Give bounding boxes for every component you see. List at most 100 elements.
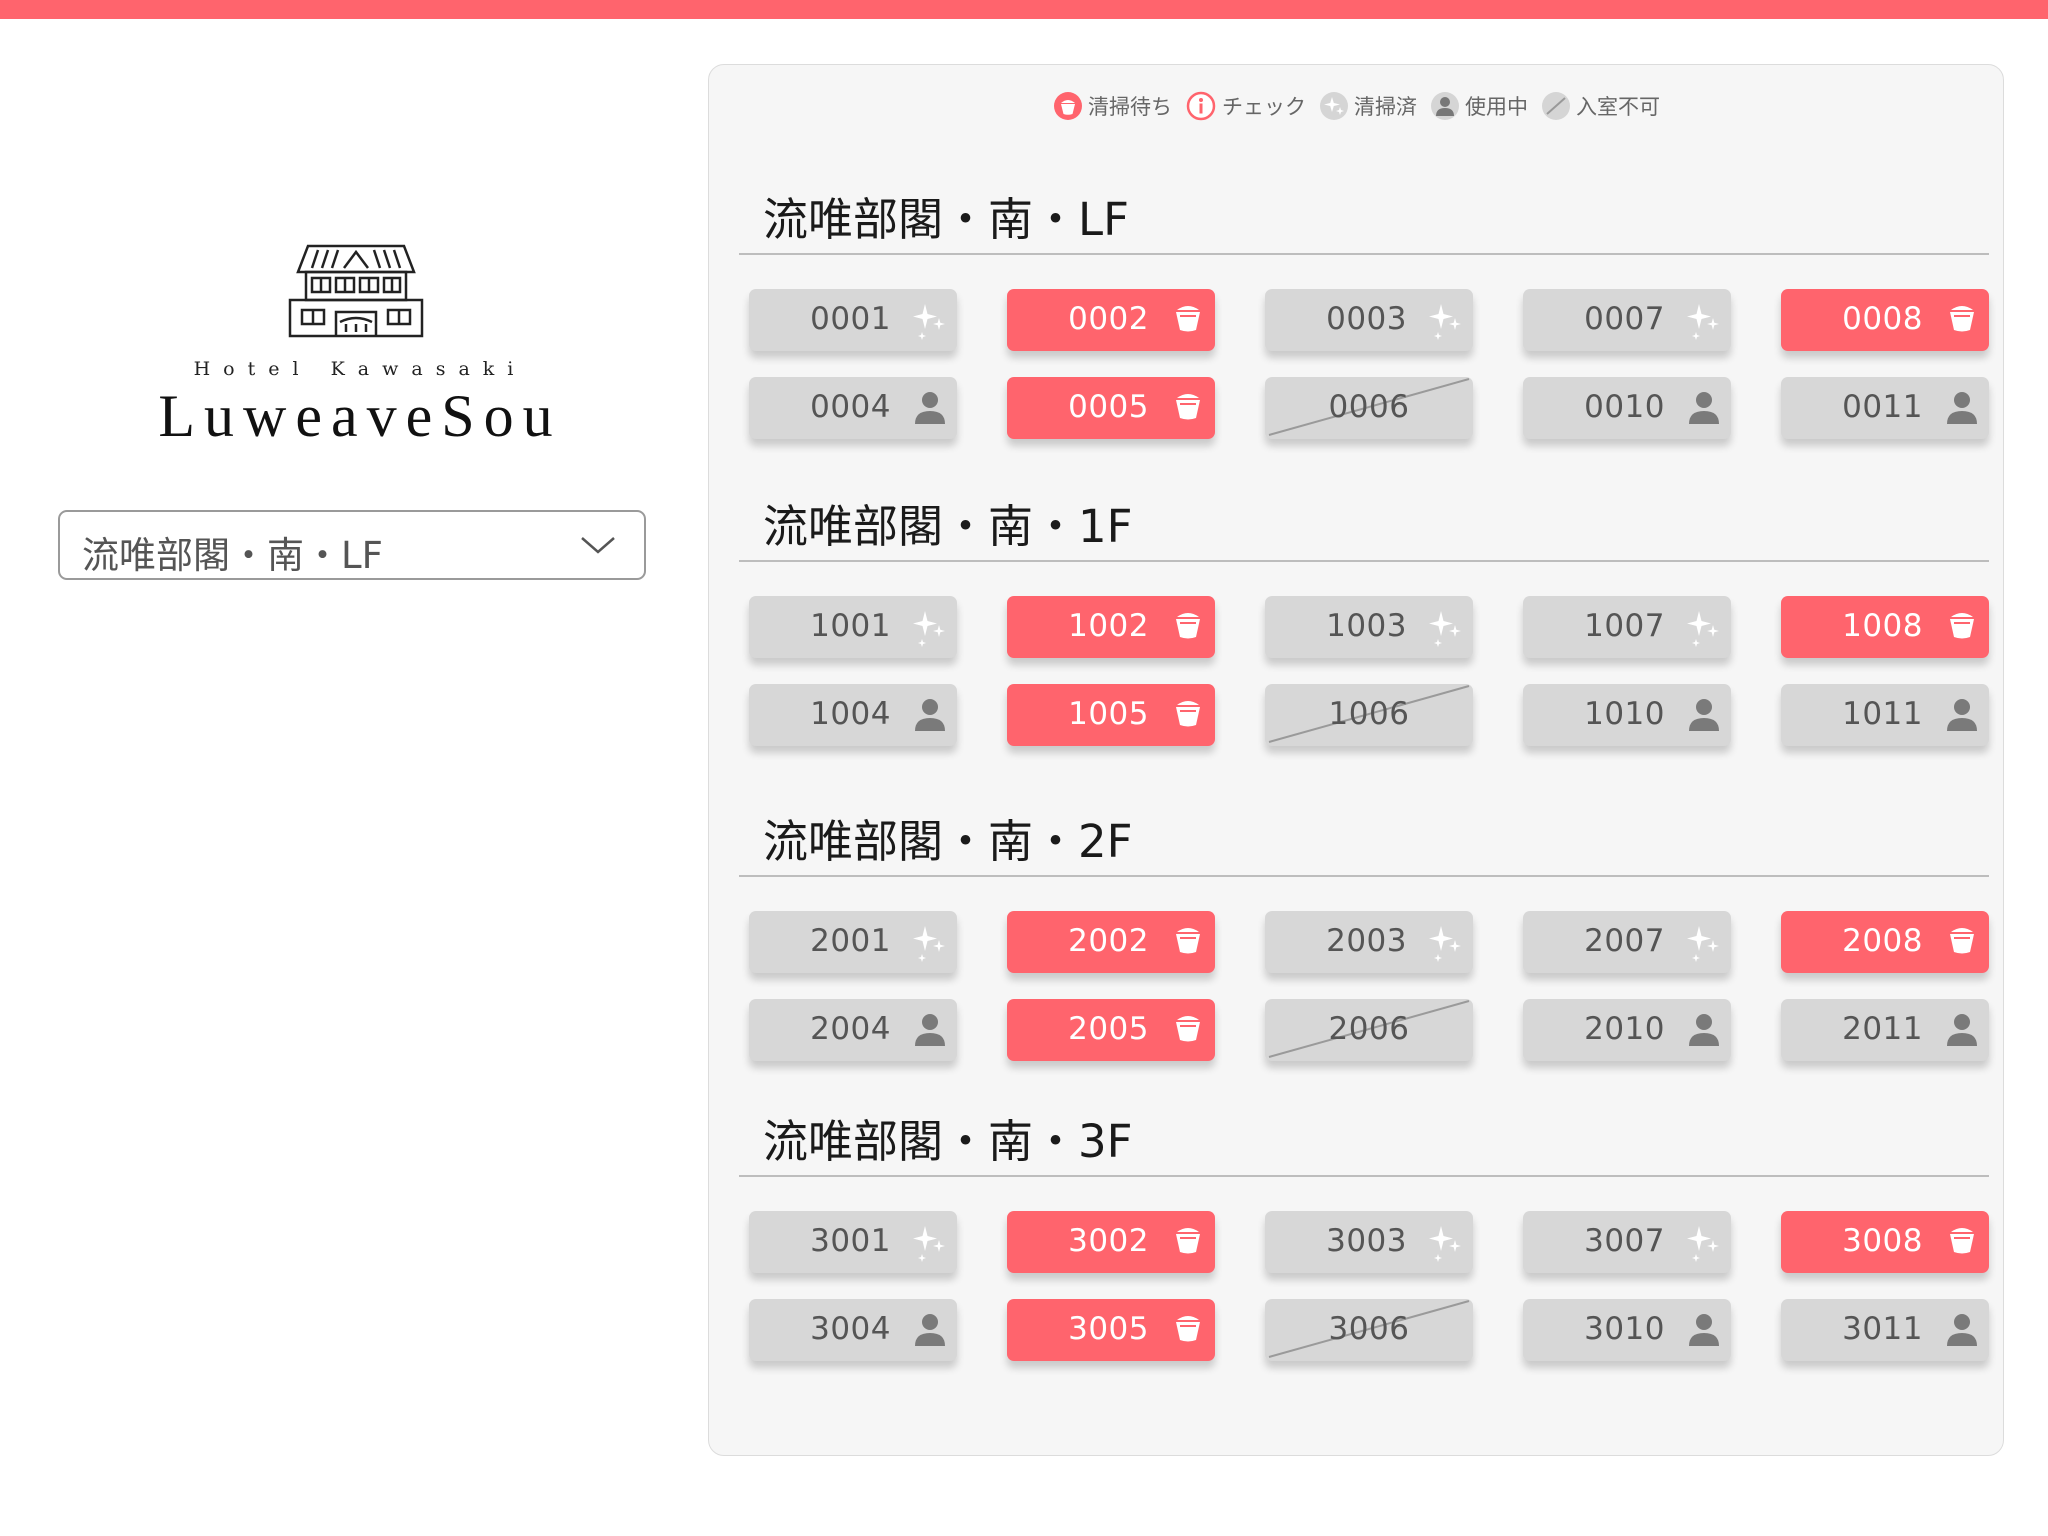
room-number: 1011 <box>1842 696 1923 732</box>
room-button-3002[interactable]: 3002 <box>1007 1211 1215 1273</box>
room-button-1003[interactable]: 1003 <box>1265 596 1473 658</box>
person-icon <box>1431 92 1459 120</box>
room-button-2008[interactable]: 2008 <box>1781 911 1989 973</box>
room-number: 3006 <box>1328 1311 1410 1347</box>
room-button-1005[interactable]: 1005 <box>1007 684 1215 746</box>
room-button-0005[interactable]: 0005 <box>1007 377 1215 439</box>
person-icon <box>1687 1012 1721 1052</box>
room-button-2005[interactable]: 2005 <box>1007 999 1215 1061</box>
legend-label: 清掃待ち <box>1088 95 1172 119</box>
floor-select-dropdown[interactable]: 流唯部閣・南・LF <box>58 510 646 580</box>
room-button-1006[interactable]: 1006 <box>1265 684 1473 746</box>
room-number: 0006 <box>1328 389 1410 425</box>
room-number: 0002 <box>1068 301 1149 337</box>
floor-divider <box>739 875 1989 877</box>
room-button-0004[interactable]: 0004 <box>749 377 957 439</box>
room-button-2011[interactable]: 2011 <box>1781 999 1989 1061</box>
bucket-icon <box>1171 1312 1205 1350</box>
floor-title: 流唯部閣・南・3F <box>763 1115 1133 1168</box>
floor-divider <box>739 253 1989 255</box>
room-button-1002[interactable]: 1002 <box>1007 596 1215 658</box>
room-button-3001[interactable]: 3001 <box>749 1211 957 1273</box>
room-number: 0004 <box>810 389 891 425</box>
person-icon <box>1687 697 1721 737</box>
sparkle-icon <box>1685 609 1721 653</box>
room-number: 3010 <box>1584 1311 1665 1347</box>
room-number: 3001 <box>810 1223 891 1259</box>
room-button-0006[interactable]: 0006 <box>1265 377 1473 439</box>
room-button-1008[interactable]: 1008 <box>1781 596 1989 658</box>
sparkle-icon <box>1685 302 1721 346</box>
room-button-3005[interactable]: 3005 <box>1007 1299 1215 1361</box>
room-button-0002[interactable]: 0002 <box>1007 289 1215 351</box>
room-button-3003[interactable]: 3003 <box>1265 1211 1473 1273</box>
room-button-3010[interactable]: 3010 <box>1523 1299 1731 1361</box>
room-button-1001[interactable]: 1001 <box>749 596 957 658</box>
person-icon <box>913 1012 947 1052</box>
sparkle-icon <box>1427 302 1463 346</box>
room-number: 3011 <box>1842 1311 1923 1347</box>
floor-title: 流唯部閣・南・LF <box>763 193 1129 246</box>
floor-divider <box>739 560 1989 562</box>
room-number: 3003 <box>1326 1223 1407 1259</box>
room-number: 0010 <box>1584 389 1665 425</box>
room-number: 1010 <box>1584 696 1665 732</box>
room-button-1011[interactable]: 1011 <box>1781 684 1989 746</box>
room-number: 2005 <box>1068 1011 1149 1047</box>
room-button-2007[interactable]: 2007 <box>1523 911 1731 973</box>
bucket-icon <box>1945 609 1979 647</box>
legend-item: 清掃待ち <box>1054 91 1172 121</box>
room-button-3006[interactable]: 3006 <box>1265 1299 1473 1361</box>
floor-title: 流唯部閣・南・2F <box>763 815 1133 868</box>
room-button-1007[interactable]: 1007 <box>1523 596 1731 658</box>
floor-title: 流唯部閣・南・1F <box>763 500 1133 553</box>
legend-item: チェック <box>1186 91 1306 121</box>
bucket-icon <box>1171 1012 1205 1050</box>
person-icon <box>913 1312 947 1352</box>
room-button-0007[interactable]: 0007 <box>1523 289 1731 351</box>
info-icon <box>1186 91 1216 121</box>
room-number: 3002 <box>1068 1223 1149 1259</box>
room-number: 1003 <box>1326 608 1407 644</box>
room-button-0008[interactable]: 0008 <box>1781 289 1989 351</box>
room-number: 0007 <box>1584 301 1665 337</box>
room-button-3008[interactable]: 3008 <box>1781 1211 1989 1273</box>
room-button-2003[interactable]: 2003 <box>1265 911 1473 973</box>
sparkle-icon <box>911 302 947 346</box>
room-button-1010[interactable]: 1010 <box>1523 684 1731 746</box>
sparkle-icon <box>1427 609 1463 653</box>
bucket-icon <box>1171 697 1205 735</box>
room-number: 1007 <box>1584 608 1665 644</box>
room-button-2004[interactable]: 2004 <box>749 999 957 1061</box>
sparkle-icon <box>1427 924 1463 968</box>
person-icon <box>1945 1012 1979 1052</box>
room-button-0001[interactable]: 0001 <box>749 289 957 351</box>
room-number: 0005 <box>1068 389 1149 425</box>
room-button-3004[interactable]: 3004 <box>749 1299 957 1361</box>
sparkle-icon <box>1685 1224 1721 1268</box>
room-number: 2002 <box>1068 923 1149 959</box>
person-icon <box>913 697 947 737</box>
room-number: 2010 <box>1584 1011 1665 1047</box>
room-button-0010[interactable]: 0010 <box>1523 377 1731 439</box>
room-button-2006[interactable]: 2006 <box>1265 999 1473 1061</box>
room-button-2002[interactable]: 2002 <box>1007 911 1215 973</box>
bucket-icon <box>1171 609 1205 647</box>
room-button-2001[interactable]: 2001 <box>749 911 957 973</box>
sparkle-icon <box>911 924 947 968</box>
room-button-3011[interactable]: 3011 <box>1781 1299 1989 1361</box>
room-button-0003[interactable]: 0003 <box>1265 289 1473 351</box>
room-button-2010[interactable]: 2010 <box>1523 999 1731 1061</box>
legend-label: 使用中 <box>1465 95 1528 119</box>
person-icon <box>1945 1312 1979 1352</box>
sparkle-icon <box>1320 92 1348 120</box>
room-button-1004[interactable]: 1004 <box>749 684 957 746</box>
room-button-3007[interactable]: 3007 <box>1523 1211 1731 1273</box>
room-number: 2001 <box>810 923 891 959</box>
room-number: 0011 <box>1842 389 1923 425</box>
room-button-0011[interactable]: 0011 <box>1781 377 1989 439</box>
room-number: 0008 <box>1842 301 1923 337</box>
bucket-icon <box>1054 92 1082 120</box>
brand-subtitle: Hotel Kawasaki <box>193 358 527 380</box>
room-number: 0001 <box>810 301 891 337</box>
